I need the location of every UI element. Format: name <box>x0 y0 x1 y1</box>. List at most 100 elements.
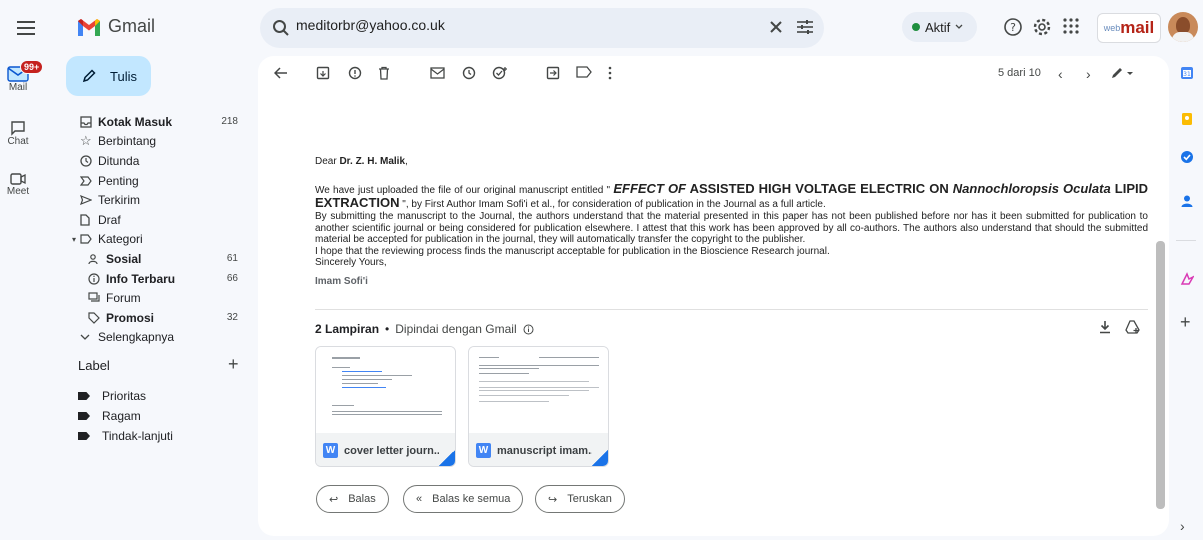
addon-icon[interactable] <box>1180 272 1194 286</box>
clock-icon <box>80 155 92 167</box>
show-side-panel-icon[interactable]: › <box>1180 518 1185 534</box>
add-label-button[interactable]: + <box>228 354 239 375</box>
gmail-logo[interactable]: Gmail <box>76 16 155 37</box>
reply-all-button[interactable]: « Balas ke semua <box>403 485 524 513</box>
settings-gear-icon[interactable] <box>1032 17 1052 37</box>
pagination-info: 5 dari 10 <box>998 67 1041 79</box>
nav-forums[interactable]: Forum <box>72 288 248 308</box>
clear-search-icon[interactable] <box>768 19 784 35</box>
get-addons-button[interactable]: + <box>1180 312 1191 333</box>
nav-label: Kotak Masuk <box>98 114 173 129</box>
attachment-preview <box>316 347 455 433</box>
calendar-icon[interactable]: 31 <box>1180 66 1194 80</box>
attachment-name: manuscript imam... <box>497 444 598 457</box>
nav-drafts[interactable]: Draf <box>72 210 248 230</box>
label-item[interactable]: Ragam <box>78 406 173 426</box>
input-tools-pen-icon[interactable] <box>1110 66 1134 80</box>
trash-icon[interactable] <box>378 66 390 80</box>
nav-important[interactable]: Penting <box>72 171 248 191</box>
side-panel-divider <box>1176 240 1196 241</box>
attachment-count: 2 Lampiran <box>315 322 380 336</box>
webmail-brand-logo[interactable]: web mail <box>1097 13 1161 43</box>
forward-button[interactable]: ↪ Teruskan <box>535 485 625 513</box>
unread-badge: 99+ <box>20 60 44 74</box>
separator-dot: • <box>385 322 390 336</box>
nav-count: 66 <box>226 273 238 285</box>
forum-icon <box>88 292 100 302</box>
mark-unread-icon[interactable] <box>430 66 446 80</box>
brand-main: mail <box>1120 18 1155 37</box>
main-menu-button[interactable] <box>12 14 40 42</box>
snooze-clock-icon[interactable] <box>462 66 476 80</box>
status-dropdown[interactable]: Aktif <box>902 12 977 42</box>
labels-heading: Label <box>78 358 110 373</box>
paragraph-closing: Sincerely Yours, <box>315 257 387 269</box>
google-apps-icon[interactable] <box>1062 17 1080 35</box>
report-spam-icon[interactable] <box>348 66 362 80</box>
more-vert-icon[interactable] <box>608 66 612 80</box>
label-item[interactable]: Tindak-lanjuti <box>78 426 173 446</box>
search-bar[interactable] <box>260 8 824 48</box>
help-icon[interactable]: ? <box>1003 17 1023 37</box>
keep-icon[interactable] <box>1180 112 1194 126</box>
page-fold-icon <box>439 450 455 466</box>
attachment-card[interactable]: W manuscript imam... <box>468 346 609 467</box>
download-all-icon[interactable] <box>1098 320 1112 334</box>
tasks-icon[interactable] <box>1180 150 1194 164</box>
info-icon <box>88 272 100 285</box>
prev-message-icon[interactable]: ‹ <box>1058 66 1063 82</box>
status-dot-icon <box>912 23 920 31</box>
vertical-scrollbar[interactable] <box>1156 241 1165 509</box>
nav-updates[interactable]: Info Terbaru 66 <box>72 269 248 289</box>
compose-label: Tulis <box>110 68 137 84</box>
next-message-icon[interactable]: › <box>1086 66 1091 82</box>
nav-more[interactable]: Selengkapnya <box>72 328 248 348</box>
account-avatar[interactable] <box>1168 12 1198 42</box>
chevron-down-icon <box>80 334 90 341</box>
move-to-icon[interactable] <box>546 66 560 80</box>
label-item[interactable]: Prioritas <box>78 386 173 406</box>
attachment-card[interactable]: W cover letter journ... <box>315 346 456 467</box>
nav-inbox[interactable]: Kotak Masuk 218 <box>72 112 248 132</box>
chevron-down-icon <box>955 24 963 29</box>
back-arrow-icon[interactable] <box>274 66 288 80</box>
search-input[interactable] <box>296 17 736 33</box>
search-options-icon[interactable] <box>796 19 814 35</box>
chat-icon <box>11 121 25 136</box>
reply-all-arrow-icon: « <box>416 493 423 505</box>
svg-text:31: 31 <box>1183 71 1191 78</box>
forward-arrow-icon: ↪ <box>548 493 558 506</box>
rail-chat[interactable]: Chat <box>0 120 36 147</box>
nav-social[interactable]: Sosial 61 <box>72 249 248 269</box>
add-task-icon[interactable] <box>492 66 508 80</box>
word-doc-icon: W <box>476 443 491 458</box>
nav-starred[interactable]: ☆ Berbintang <box>72 132 248 152</box>
info-icon[interactable] <box>523 324 534 335</box>
nav-label: Terkirim <box>98 193 140 208</box>
nav-categories[interactable]: ▾ Kategori <box>72 230 248 250</box>
label-tag-icon <box>78 412 90 420</box>
nav-promotions[interactable]: Promosi 32 <box>72 308 248 328</box>
word-doc-icon: W <box>323 443 338 458</box>
nav-sent[interactable]: Terkirim <box>72 190 248 210</box>
labels-list: Prioritas Ragam Tindak-lanjuti <box>78 386 173 446</box>
label-icon[interactable] <box>576 66 592 78</box>
message-view: 5 dari 10 ‹ › Dear Dr. Z. H. Malik, We h… <box>258 56 1169 536</box>
nav-label: Berbintang <box>98 134 157 149</box>
add-to-drive-icon[interactable] <box>1125 320 1141 334</box>
contacts-icon[interactable] <box>1180 194 1194 208</box>
attachments-header: 2 Lampiran • Dipindai dengan Gmail <box>315 322 534 336</box>
caret-down-icon: ▾ <box>72 234 77 244</box>
brand-prefix: web <box>1103 23 1121 33</box>
search-icon[interactable] <box>272 19 290 37</box>
archive-icon[interactable] <box>316 66 330 80</box>
scan-label: Dipindai dengan Gmail <box>395 322 517 336</box>
reply-arrow-icon: ↩ <box>329 493 339 506</box>
rail-meet[interactable]: Meet <box>0 172 36 197</box>
message-toolbar: 5 dari 10 ‹ › <box>258 56 1169 92</box>
pencil-icon <box>82 69 96 83</box>
reply-button[interactable]: ↩ Balas <box>316 485 389 513</box>
nav-snoozed[interactable]: Ditunda <box>72 151 248 171</box>
rail-meet-label: Meet <box>6 186 30 197</box>
compose-button[interactable]: Tulis <box>66 56 151 96</box>
